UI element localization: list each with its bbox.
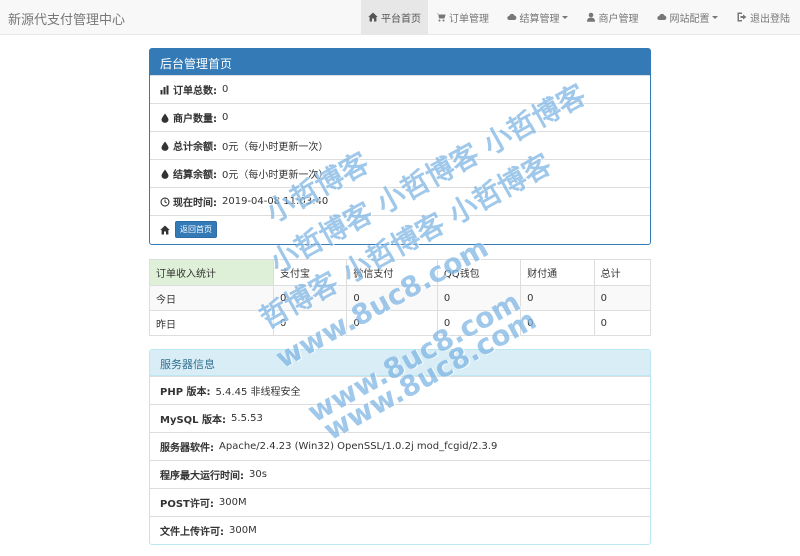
cloud-icon (656, 13, 666, 21)
row-label: 订单总数: (173, 86, 217, 97)
table-header: 总计 (593, 259, 652, 286)
drop-icon (161, 169, 169, 179)
admin-overview-panel: 后台管理首页 订单总数: 0 商户数量: 0 总计余额: 0元（每小时更新一次）… (149, 48, 651, 245)
php-version-row: PHP 版本: 5.4.45 非线程安全 (150, 376, 650, 404)
clock-icon (160, 197, 170, 206)
row-value: 0元（每小时更新一次） (222, 142, 329, 153)
table-cell: 0 (593, 310, 652, 336)
drop-icon (161, 113, 169, 123)
table-cell: 0 (436, 285, 522, 311)
nav-logout[interactable]: 退出登陆 (727, 0, 800, 34)
nav-logout-label: 退出登陆 (750, 13, 790, 25)
table-cell: 0 (272, 285, 348, 311)
row-value: 30s (249, 469, 267, 480)
table-cell: 0 (346, 285, 438, 311)
logout-icon (737, 12, 747, 22)
table-cell: 0 (346, 310, 438, 336)
back-home-row: 返回首页 (150, 215, 650, 243)
max-execution-time-row: 程序最大运行时间: 30s (150, 460, 650, 488)
row-value: 300M (229, 525, 257, 536)
current-time-row: 现在时间: 2019-04-08 11:03:40 (150, 187, 650, 215)
nav-orders-label: 订单管理 (449, 13, 489, 25)
back-home-button[interactable]: 返回首页 (175, 221, 217, 238)
row-label: 服务器软件: (160, 443, 214, 454)
row-value: 300M (218, 497, 247, 508)
table-row: 昨日 0 0 0 0 0 (149, 310, 652, 336)
brand-title[interactable]: 新源代支付管理中心 (8, 9, 125, 28)
server-info-panel: 服务器信息 PHP 版本: 5.4.45 非线程安全 MySQL 版本: 5.5… (149, 349, 651, 545)
row-label: 总计余额: (173, 142, 217, 153)
row-label: POST许可: (160, 499, 214, 510)
upload-limit-row: 文件上传许可: 300M (150, 516, 650, 544)
stats-icon (160, 85, 169, 94)
row-label: PHP 版本: (160, 387, 211, 398)
nav-orders[interactable]: 订单管理 (428, 0, 497, 34)
table-header: 订单收入统计 (149, 259, 274, 286)
panel-title: 服务器信息 (150, 350, 650, 376)
user-icon (586, 12, 595, 22)
row-value: 0 (222, 84, 229, 95)
row-label: 程序最大运行时间: (160, 471, 244, 482)
settlement-balance-row: 结算余额: 0元（每小时更新一次） (150, 159, 650, 187)
row-value: Apache/2.4.23 (Win32) OpenSSL/1.0.2j mod… (219, 441, 498, 452)
nav-merchants-label: 商户管理 (598, 13, 639, 25)
table-header: 支付宝 (272, 259, 348, 286)
table-cell: 0 (593, 285, 652, 311)
row-label: 结算余额: (173, 170, 217, 181)
income-stats-table: 订单收入统计 支付宝 微信支付 QQ钱包 财付通 总计 今日 0 0 0 0 0… (149, 259, 652, 336)
mysql-version-row: MySQL 版本: 5.5.53 (150, 404, 650, 432)
table-header: 微信支付 (346, 259, 438, 286)
table-cell: 今日 (149, 285, 274, 311)
nav-merchants[interactable]: 商户管理 (577, 0, 647, 34)
row-value: 5.4.45 非线程安全 (215, 387, 301, 398)
table-cell: 0 (520, 285, 595, 311)
cart-icon (436, 13, 446, 22)
row-value: 0元（每小时更新一次） (222, 170, 329, 181)
nav-site-config-label: 网站配置 (669, 13, 710, 25)
nav-home-label: 平台首页 (381, 13, 421, 25)
table-header: 财付通 (520, 259, 595, 286)
table-header-row: 订单收入统计 支付宝 微信支付 QQ钱包 财付通 总计 (149, 259, 652, 286)
table-cell: 昨日 (149, 310, 274, 336)
server-software-row: 服务器软件: Apache/2.4.23 (Win32) OpenSSL/1.0… (150, 432, 650, 460)
home-icon (368, 12, 378, 22)
drop-icon (161, 141, 169, 151)
table-cell: 0 (436, 310, 522, 336)
table-cell: 0 (520, 310, 595, 336)
row-value: 2019-04-08 11:03:40 (222, 196, 329, 207)
chevron-down-icon (711, 15, 718, 19)
row-value: 5.5.53 (231, 413, 263, 424)
nav-settlement-label: 结算管理 (519, 13, 560, 25)
cloud-icon (506, 13, 516, 21)
table-row: 今日 0 0 0 0 0 (149, 285, 652, 311)
main-nav: 平台首页 订单管理 结算管理 商户管理 网站配置 退出登陆 (361, 0, 800, 34)
row-label: 现在时间: (173, 198, 217, 209)
order-count-row: 订单总数: 0 (150, 75, 650, 103)
row-label: 文件上传许可: (160, 527, 224, 538)
nav-home[interactable]: 平台首页 (361, 0, 428, 34)
top-navbar: 新源代支付管理中心 平台首页 订单管理 结算管理 商户管理 网站配置 退出登陆 (0, 0, 800, 35)
total-balance-row: 总计余额: 0元（每小时更新一次） (150, 131, 650, 159)
panel-title: 后台管理首页 (150, 49, 650, 75)
chevron-down-icon (561, 15, 568, 19)
table-cell: 0 (272, 310, 348, 336)
nav-site-config[interactable]: 网站配置 (647, 0, 727, 34)
table-header: QQ钱包 (436, 259, 522, 286)
row-label: 商户数量: (173, 114, 217, 125)
row-value: 0 (222, 112, 229, 123)
merchant-count-row: 商户数量: 0 (150, 103, 650, 131)
post-limit-row: POST许可: 300M (150, 488, 650, 516)
row-label: MySQL 版本: (160, 415, 227, 426)
nav-settlement[interactable]: 结算管理 (497, 0, 577, 34)
home-icon (160, 225, 170, 234)
